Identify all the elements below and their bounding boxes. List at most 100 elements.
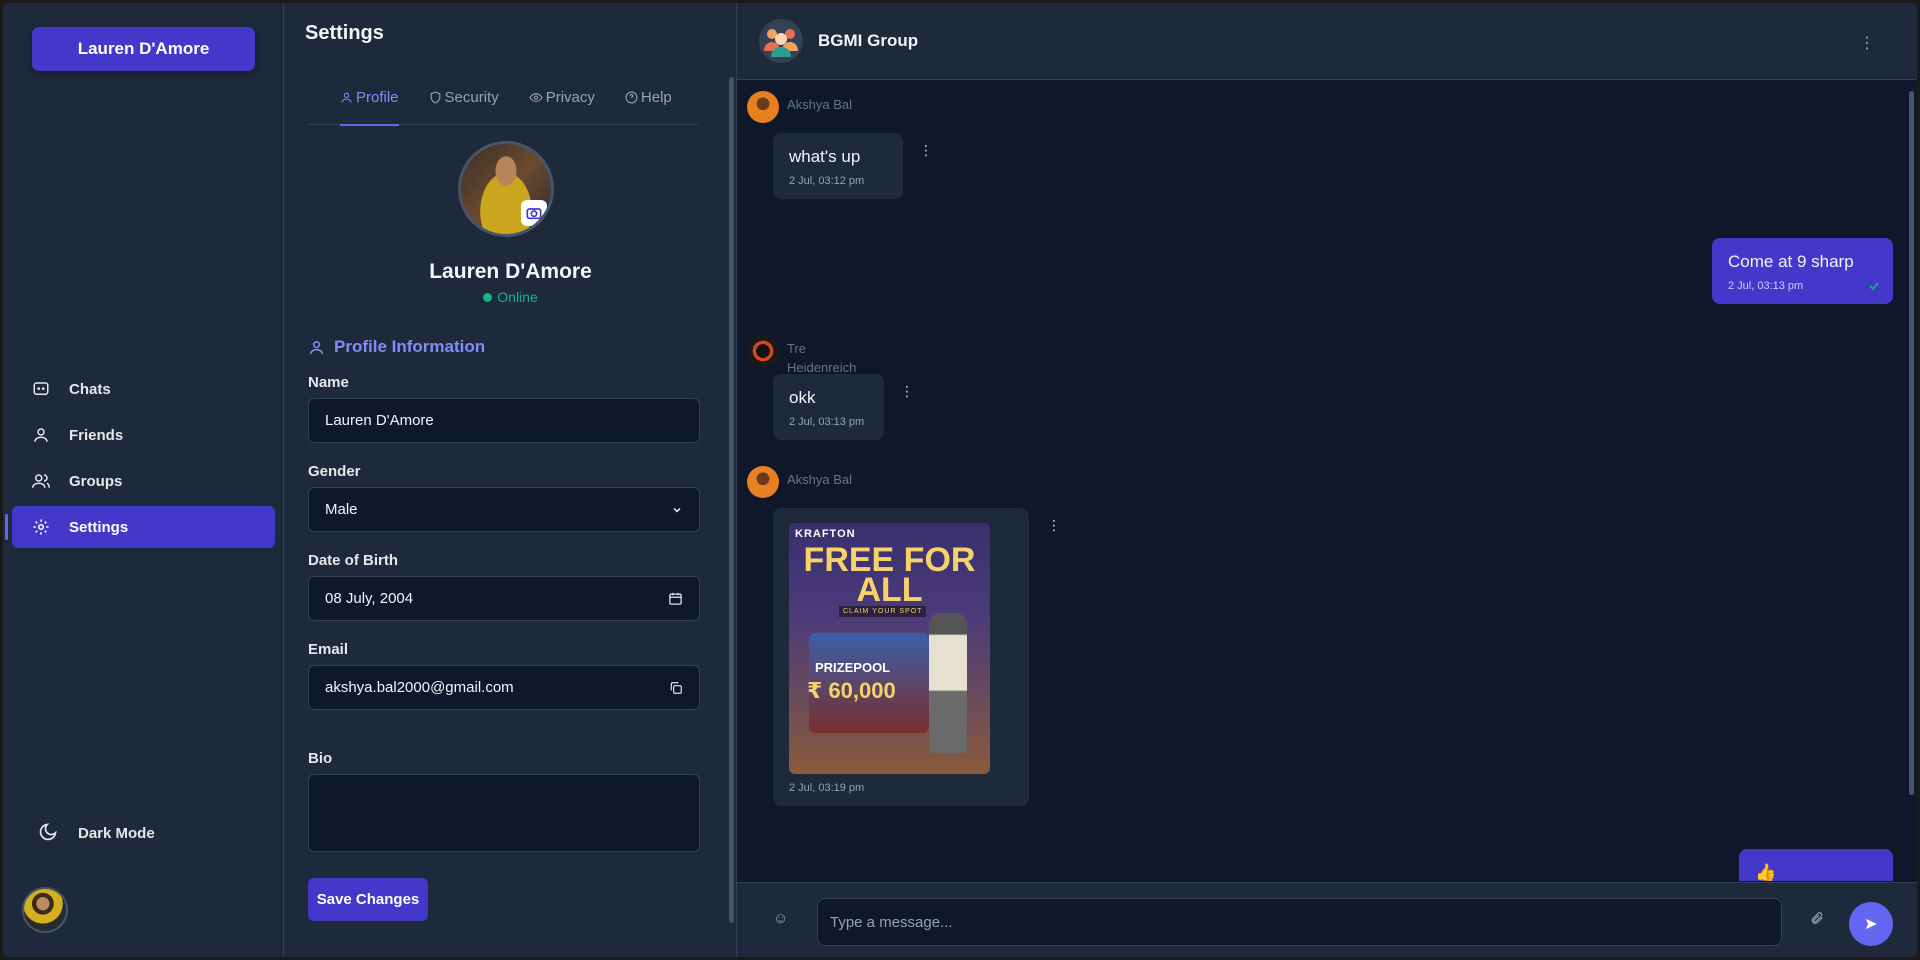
post-brand: KRAFTON [795, 528, 856, 540]
profile-avatar [458, 141, 554, 237]
message-bubble-image: KRAFTON FREE FOR ALL CLAIM YOUR SPOT PRI… [773, 508, 1029, 806]
shared-image[interactable]: KRAFTON FREE FOR ALL CLAIM YOUR SPOT PRI… [789, 523, 990, 774]
bio-textarea[interactable] [308, 774, 700, 852]
gender-value: Male [325, 501, 358, 518]
chat-header: BGMI Group ⋮ [737, 3, 1917, 80]
sidebar-nav: Chats Friends Groups Settings [5, 368, 275, 552]
attach-icon[interactable] [1810, 910, 1824, 931]
tab-label: Profile [356, 89, 399, 106]
dob-value: 08 July, 2004 [325, 590, 414, 607]
sidebar-item-label: Chats [69, 380, 111, 398]
send-button[interactable] [1849, 902, 1893, 946]
app-window: Lauren D'Amore Chats Friends Groups Sett… [3, 3, 1917, 957]
settings-tabs: Profile Security Privacy Help [308, 89, 698, 126]
tab-help[interactable]: Help [625, 89, 672, 125]
sidebar-item-chats[interactable]: Chats [12, 368, 275, 410]
email-field[interactable]: akshya.bal2000@gmail.com [308, 665, 700, 710]
message-sender: Tre Heidenreich [747, 335, 856, 377]
tab-profile[interactable]: Profile [340, 89, 399, 126]
message-text: what's up [789, 147, 861, 166]
bio-label: Bio [308, 750, 333, 767]
sidebar-item-label: Groups [69, 472, 123, 490]
gender-select[interactable]: Male [308, 487, 700, 532]
post-prize-label: PRIZEPOOL [815, 660, 891, 675]
group-name: BGMI Group [818, 31, 919, 50]
group-icon [764, 29, 798, 57]
calendar-icon[interactable] [668, 591, 683, 606]
send-icon [1865, 918, 1877, 930]
message-time: 2 Jul, 03:19 pm [789, 782, 865, 794]
save-button[interactable]: Save Changes [308, 878, 428, 921]
status-badge: Online [284, 289, 737, 305]
settings-panel: Settings Profile Security Privacy Help L… [284, 3, 737, 957]
email-value: akshya.bal2000@gmail.com [325, 679, 514, 696]
sidebar-item-label: Settings [69, 518, 129, 536]
message-text: Come at 9 sharp [1728, 252, 1854, 271]
sidebar-item-settings[interactable]: Settings [5, 506, 275, 548]
avatar[interactable] [747, 466, 779, 498]
section-title-text: Profile Information [334, 337, 486, 356]
sender-name: Tre Heidenreich [787, 335, 856, 377]
message-menu-icon[interactable]: ⋮ [919, 143, 933, 157]
message-sender: Akshya Bal [747, 91, 852, 123]
user-name-button[interactable]: Lauren D'Amore [32, 27, 255, 71]
message-menu-icon[interactable]: ⋮ [900, 384, 914, 398]
message-menu-icon[interactable]: ⋮ [1047, 518, 1061, 532]
avatar[interactable] [22, 887, 68, 933]
tab-privacy[interactable]: Privacy [529, 89, 595, 125]
user-icon [310, 340, 323, 354]
gear-icon [31, 517, 51, 537]
message-time: 2 Jul, 03:13 pm [789, 416, 865, 428]
sender-name-line1: Tre [787, 341, 807, 356]
section-title: Profile Information [308, 337, 485, 357]
sender-name: Akshya Bal [787, 97, 853, 112]
sidebar-item-friends[interactable]: Friends [12, 414, 275, 456]
message-input[interactable]: Type a message... [817, 898, 1782, 946]
message-time: 2 Jul, 03:12 pm [789, 175, 865, 187]
chat-scrollbar[interactable] [1909, 91, 1914, 795]
dob-field[interactable]: 08 July, 2004 [308, 576, 700, 621]
sidebar-item-label: Friends [69, 426, 124, 444]
post-claim: CLAIM YOUR SPOT [839, 606, 927, 617]
message-text: okk [789, 388, 816, 407]
chat-panel: BGMI Group ⋮ Akshya Bal what's up 2 Jul,… [737, 3, 1917, 957]
copy-icon[interactable] [669, 681, 683, 695]
chat-icon [31, 379, 51, 399]
message-bubble: okk 2 Jul, 03:13 pm [773, 374, 884, 440]
message-list: Akshya Bal what's up 2 Jul, 03:12 pm ⋮ ⋮… [737, 81, 1917, 881]
message-input-placeholder: Type a message... [830, 913, 953, 931]
message-time: 2 Jul, 03:13 pm [1728, 280, 1804, 292]
dark-mode-label: Dark Mode [78, 824, 155, 842]
eye-icon [529, 93, 543, 102]
sidebar: Lauren D'Amore Chats Friends Groups Sett… [3, 3, 284, 957]
name-label: Name [308, 374, 349, 391]
dark-mode-toggle[interactable]: Dark Mode [38, 822, 155, 844]
online-dot-icon [483, 293, 493, 302]
user-icon [341, 92, 352, 103]
name-field[interactable]: Lauren D'Amore [308, 398, 700, 443]
avatar[interactable] [747, 335, 779, 367]
camera-icon[interactable] [521, 200, 547, 226]
settings-scrollbar[interactable] [729, 77, 734, 923]
message-bubble: what's up 2 Jul, 03:12 pm [773, 133, 903, 199]
tab-security[interactable]: Security [429, 89, 499, 125]
profile-name: Lauren D'Amore [429, 260, 592, 283]
post-soldier [929, 613, 967, 753]
moon-icon [38, 822, 60, 844]
sender-name: Akshya Bal [787, 472, 853, 487]
user-icon [31, 425, 51, 445]
tab-label: Help [640, 89, 672, 106]
post-headline: FREE FOR ALL [803, 541, 976, 609]
check-icon [1869, 282, 1879, 290]
users-icon [31, 471, 51, 491]
message-bubble-mine: Come at 9 sharp 2 Jul, 03:13 pm [1712, 238, 1893, 304]
tab-label: Privacy [545, 89, 595, 106]
sidebar-item-groups[interactable]: Groups [12, 460, 275, 502]
emoji-icon[interactable]: ☺ [773, 910, 788, 927]
more-vertical-icon[interactable]: ⋮ [1859, 33, 1875, 53]
chevron-down-icon [673, 507, 681, 513]
gender-label: Gender [308, 463, 361, 480]
avatar[interactable] [747, 91, 779, 123]
group-avatar[interactable] [759, 19, 803, 63]
status-text: Online [497, 289, 538, 305]
